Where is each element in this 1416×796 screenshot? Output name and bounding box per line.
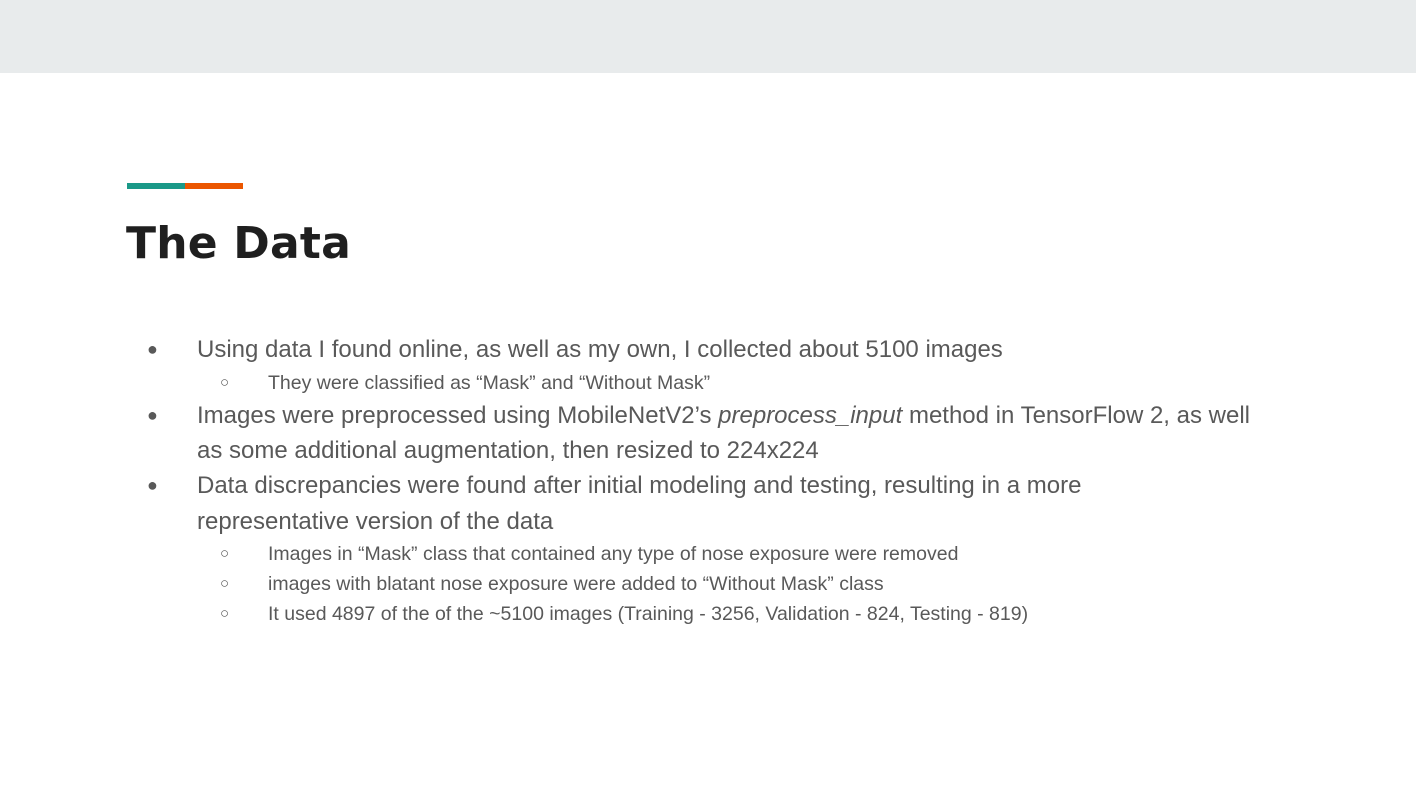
slide-title: The Data — [126, 218, 352, 269]
accent-teal-segment — [127, 183, 185, 189]
bullet-text: Images in “Mask” class that contained an… — [268, 543, 959, 565]
bullet-circle: ○ — [220, 374, 230, 391]
list-item: ○ They were classified as “Mask” and “Wi… — [0, 368, 1416, 398]
list-item-continuation: as some additional augmentation, then re… — [0, 433, 1416, 468]
list-item: ● Data discrepancies were found after in… — [0, 468, 1416, 503]
list-item: ● Images were preprocessed using MobileN… — [0, 398, 1416, 433]
accent-orange-segment — [185, 183, 243, 189]
bullet-text: They were classified as “Mask” and “With… — [268, 372, 711, 394]
bullet-dot: ● — [147, 405, 158, 425]
list-item: ○ It used 4897 of the of the ~5100 image… — [0, 599, 1416, 629]
bullet-text: Images were preprocessed using MobileNet… — [197, 398, 1250, 433]
bullet-text: as some additional augmentation, then re… — [197, 437, 819, 464]
bullet-circle: ○ — [220, 605, 230, 622]
bullet-text: Data discrepancies were found after init… — [197, 472, 1082, 499]
bullet-text: Using data I found online, as well as my… — [197, 336, 1003, 363]
bullet-dot: ● — [147, 339, 158, 359]
bullet-text-part: method in TensorFlow 2, as well — [902, 402, 1250, 429]
top-band — [0, 0, 1416, 73]
bullet-text: representative version of the data — [197, 508, 554, 535]
list-item: ○ Images in “Mask” class that contained … — [0, 539, 1416, 569]
bullet-text-italic: preprocess_input — [718, 402, 903, 429]
slide-canvas: The Data ● Using data I found online, as… — [0, 73, 1416, 796]
bullet-dot: ● — [147, 475, 158, 495]
list-item: ● Using data I found online, as well as … — [0, 332, 1416, 367]
bullet-text: It used 4897 of the of the ~5100 images … — [268, 603, 1029, 625]
list-item-continuation: representative version of the data — [0, 504, 1416, 539]
list-item: ○ images with blatant nose exposure were… — [0, 569, 1416, 599]
bullet-circle: ○ — [220, 575, 230, 592]
title-accent-bar — [127, 183, 243, 189]
bullet-text: images with blatant nose exposure were a… — [268, 573, 884, 595]
bullet-text-part: Images were preprocessed using MobileNet… — [197, 402, 719, 429]
bullet-circle: ○ — [220, 545, 230, 562]
